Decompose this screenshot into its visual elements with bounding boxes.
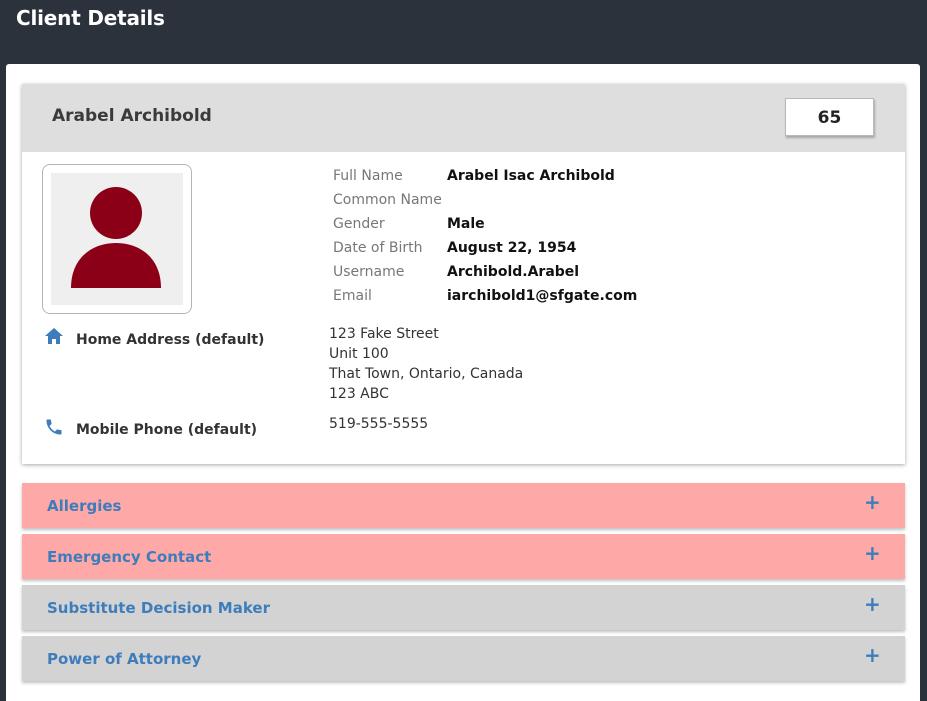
email-label: Email (333, 288, 372, 304)
common-name-label: Common Name (333, 192, 442, 208)
address-line-4: 123 ABC (329, 386, 389, 402)
avatar (42, 164, 192, 314)
date-of-birth-value: August 22, 1954 (447, 240, 577, 256)
section-emergency-contact-label: Emergency Contact (47, 548, 212, 566)
phone-icon (46, 419, 62, 435)
address-line-1: 123 Fake Street (329, 326, 439, 342)
page-title: Client Details (16, 6, 165, 30)
section-power-of-attorney[interactable]: Power of Attorney + (22, 636, 905, 681)
section-emergency-contact[interactable]: Emergency Contact + (22, 534, 905, 579)
address-line-2: Unit 100 (329, 346, 389, 362)
mobile-phone-label: Mobile Phone (default) (76, 422, 258, 438)
section-substitute-decision-maker-label: Substitute Decision Maker (47, 599, 271, 617)
home-address-value: 123 Fake Street Unit 100 That Town, Onta… (329, 324, 523, 404)
full-name-label: Full Name (333, 168, 403, 184)
home-icon (45, 328, 63, 344)
client-card: Arabel Archibold 65 Full Name Arabel Isa… (22, 84, 905, 464)
email-value: iarchibold1@sfgate.com (447, 288, 638, 304)
expand-icon[interactable]: + (864, 645, 881, 665)
client-card-header: Arabel Archibold 65 (22, 84, 905, 152)
client-name: Arabel Archibold (52, 106, 212, 126)
gender-label: Gender (333, 216, 385, 232)
top-bar: Client Details (0, 0, 927, 64)
date-of-birth-label: Date of Birth (333, 240, 423, 256)
expand-icon[interactable]: + (864, 594, 881, 614)
person-icon (71, 187, 161, 288)
mobile-phone-value[interactable]: 519-555-5555 (329, 414, 428, 434)
expand-icon[interactable]: + (864, 492, 881, 512)
full-name-value: Arabel Isac Archibold (447, 168, 615, 184)
section-power-of-attorney-label: Power of Attorney (47, 650, 202, 668)
username-value: Archibold.Arabel (447, 264, 580, 280)
expand-icon[interactable]: + (864, 543, 881, 563)
section-substitute-decision-maker[interactable]: Substitute Decision Maker + (22, 585, 905, 630)
section-allergies[interactable]: Allergies + (22, 483, 905, 528)
home-address-label: Home Address (default) (76, 332, 265, 348)
address-line-3: That Town, Ontario, Canada (329, 366, 524, 382)
client-score-badge[interactable]: 65 (785, 98, 874, 136)
username-label: Username (333, 264, 405, 280)
gender-value: Male (447, 216, 485, 232)
section-allergies-label: Allergies (47, 497, 122, 515)
